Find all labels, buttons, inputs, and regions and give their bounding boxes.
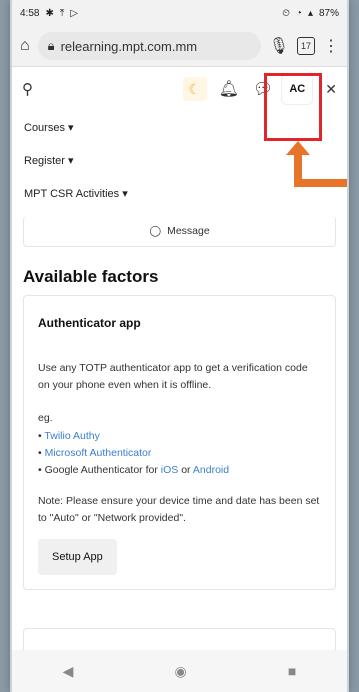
- android-link[interactable]: Android: [193, 464, 229, 476]
- notification-icon: ⤒: [59, 7, 65, 19]
- chat-bubble-icon: ◯: [149, 225, 162, 237]
- recents-icon[interactable]: ■: [288, 663, 296, 679]
- message-label: Message: [167, 225, 210, 237]
- signal-icon: ▴: [307, 7, 313, 19]
- caret-down-icon: ▾: [119, 188, 128, 200]
- search-icon[interactable]: ⚲: [22, 80, 33, 98]
- message-button[interactable]: ◯ Message: [23, 216, 336, 247]
- highlight-box: [264, 73, 322, 141]
- settings-icon: ✱: [45, 7, 54, 19]
- microsoft-authenticator-link[interactable]: Microsoft Authenticator: [45, 447, 152, 459]
- setup-app-button[interactable]: Setup App: [38, 539, 117, 575]
- factor-card: Authenticator app Use any TOTP authentic…: [23, 295, 336, 590]
- url-text: relearning.mpt.com.mm: [60, 38, 198, 54]
- ios-link[interactable]: iOS: [161, 464, 179, 476]
- phone-screen: 4:58 ✱ ⤒ ▷ ⏲ ◔ ▴ 87% ⌂ 🔒︎ relearning.mpt…: [12, 0, 347, 692]
- wifi-icon: ◔: [295, 7, 302, 19]
- system-nav-bar: ◀ ◉ ■: [12, 650, 347, 692]
- list-item: Google Authenticator for iOS or Android: [38, 462, 321, 479]
- eg-label: eg.: [38, 412, 53, 424]
- more-options-icon[interactable]: ⋮: [323, 36, 339, 56]
- home-circle-icon[interactable]: ◉: [175, 663, 187, 680]
- home-icon[interactable]: ⌂: [20, 37, 30, 55]
- microphone-icon[interactable]: 🎙︎: [269, 36, 289, 56]
- tab-switcher-button[interactable]: 17: [297, 37, 315, 55]
- status-bar: 4:58 ✱ ⤒ ▷ ⏲ ◔ ▴ 87%: [12, 0, 347, 26]
- bell-icon[interactable]: 🔔︎: [219, 79, 239, 99]
- close-icon[interactable]: ✕: [325, 81, 337, 98]
- authenticator-app-list: Twilio Authy Microsoft Authenticator Goo…: [38, 428, 321, 479]
- section-title: Available factors: [23, 267, 159, 286]
- theme-toggle-icon[interactable]: ☾: [182, 77, 207, 101]
- factor-title: Authenticator app: [38, 316, 141, 330]
- battery-level: 87%: [318, 7, 339, 19]
- list-item: Microsoft Authenticator: [38, 445, 321, 462]
- alarm-icon: ⏲: [282, 7, 290, 19]
- address-bar[interactable]: 🔒︎ relearning.mpt.com.mm: [37, 32, 261, 60]
- caret-down-icon: ▾: [64, 155, 74, 167]
- list-item: Twilio Authy: [38, 428, 321, 445]
- caret-down-icon: ▾: [64, 122, 74, 134]
- factor-note: Note: Please ensure your device time and…: [38, 495, 320, 524]
- twilio-authy-link[interactable]: Twilio Authy: [44, 430, 99, 442]
- lock-icon: 🔒︎: [47, 38, 55, 53]
- back-icon[interactable]: ◀: [63, 663, 74, 680]
- factor-description: Use any TOTP authenticator app to get a …: [38, 362, 308, 391]
- play-icon: ▷: [70, 7, 78, 19]
- browser-toolbar: ⌂ 🔒︎ relearning.mpt.com.mm 🎙︎ 17 ⋮: [12, 26, 347, 67]
- pointer-arrow-icon: [286, 141, 347, 187]
- status-time: 4:58: [20, 7, 40, 19]
